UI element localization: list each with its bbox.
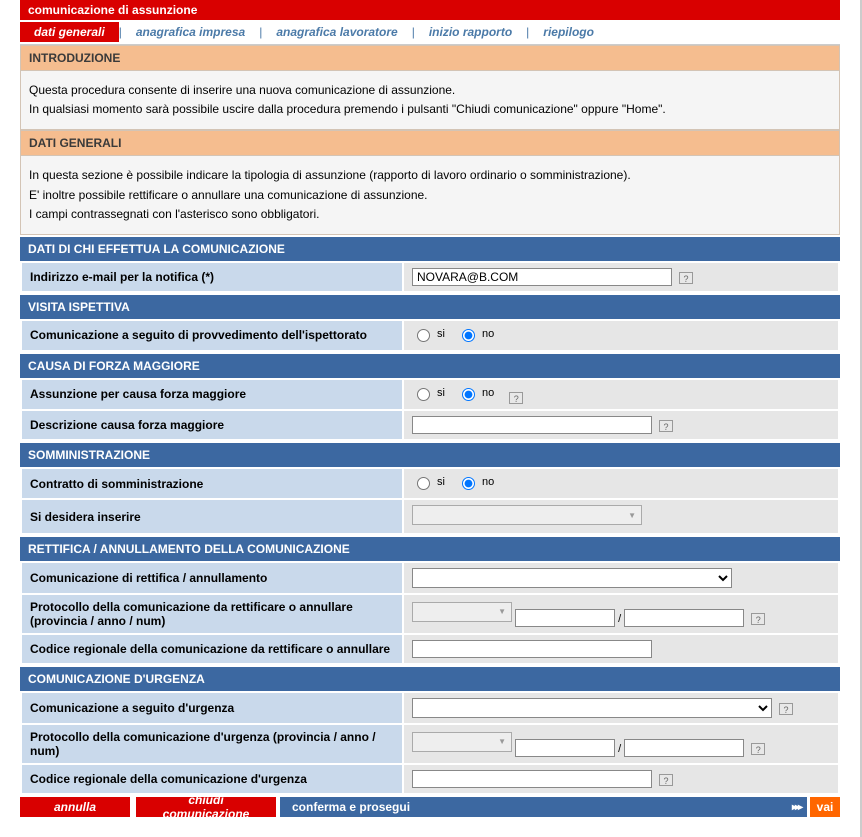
section-urgenza: COMUNICAZIONE D'URGENZA <box>20 667 840 691</box>
email-label: Indirizzo e-mail per la notifica (*) <box>22 263 402 291</box>
vai-button[interactable]: vai <box>810 797 840 817</box>
help-icon[interactable]: ? <box>751 743 765 755</box>
help-icon[interactable]: ? <box>659 774 673 786</box>
tab-bar: dati generali | anagrafica impresa | ana… <box>20 20 840 45</box>
forza-radio-no[interactable] <box>462 388 475 401</box>
section-visita-ispettiva: VISITA ISPETTIVA <box>20 295 840 319</box>
chiudi-button[interactable]: chiudi comunicazione <box>136 797 276 817</box>
annulla-button[interactable]: annulla <box>20 797 130 817</box>
help-icon[interactable]: ? <box>509 392 523 404</box>
arrows-icon: ▸▸▸ <box>792 802 801 813</box>
tab-riepilogo[interactable]: riepilogo <box>529 22 608 42</box>
section-forza-maggiore: CAUSA DI FORZA MAGGIORE <box>20 354 840 378</box>
introduzione-header: INTRODUZIONE <box>20 45 840 71</box>
radio-si-label: si <box>437 328 445 340</box>
desidera-inserire-label: Si desidera inserire <box>22 500 402 533</box>
slash-separator: / <box>618 613 621 625</box>
help-icon[interactable]: ? <box>779 703 793 715</box>
ispettorato-radio-si[interactable] <box>417 329 430 342</box>
tab-anagrafica-impresa[interactable]: anagrafica impresa <box>122 22 259 42</box>
intro-text-2: In qualsiasi momento sarà possibile usci… <box>29 102 666 116</box>
protocollo-rett-provincia <box>412 602 512 622</box>
conferma-button[interactable]: conferma e prosegui ▸▸▸ <box>280 797 807 817</box>
tab-anagrafica-lavoratore[interactable]: anagrafica lavoratore <box>262 22 411 42</box>
ispettorato-label: Comunicazione a seguito di provvedimento… <box>22 321 402 350</box>
dg-text-2: E' inoltre possibile rettificare o annul… <box>29 188 428 202</box>
forza-maggiore-label: Assunzione per causa forza maggiore <box>22 380 402 409</box>
introduzione-body: Questa procedura consente di inserire un… <box>20 71 840 130</box>
radio-no-label: no <box>482 476 494 488</box>
conferma-label: conferma e prosegui <box>292 800 410 814</box>
forza-radio-si[interactable] <box>417 388 430 401</box>
somm-radio-no[interactable] <box>462 477 475 490</box>
button-bar: annulla chiudi comunicazione conferma e … <box>20 797 840 817</box>
section-somministrazione: SOMMINISTRAZIONE <box>20 443 840 467</box>
dg-text-3: I campi contrassegnati con l'asterisco s… <box>29 207 319 221</box>
protocollo-urg-label: Protocollo della comunicazione d'urgenza… <box>22 725 402 763</box>
dg-text-1: In questa sezione è possibile indicare l… <box>29 168 631 182</box>
codice-reg-urg-input[interactable] <box>412 770 652 788</box>
section-dati-chi-effettua: DATI DI CHI EFFETTUA LA COMUNICAZIONE <box>20 237 840 261</box>
rettifica-label: Comunicazione di rettifica / annullament… <box>22 563 402 593</box>
contratto-somm-label: Contratto di somministrazione <box>22 469 402 498</box>
codice-reg-urg-label: Codice regionale della comunicazione d'u… <box>22 765 402 793</box>
title-bar: comunicazione di assunzione <box>20 0 840 20</box>
urgenza-label: Comunicazione a seguito d'urgenza <box>22 693 402 723</box>
radio-si-label: si <box>437 476 445 488</box>
protocollo-urg-provincia <box>412 732 512 752</box>
radio-si-label: si <box>437 387 445 399</box>
protocollo-urg-num[interactable] <box>624 739 744 757</box>
section-rettifica: RETTIFICA / ANNULLAMENTO DELLA COMUNICAZ… <box>20 537 840 561</box>
dati-generali-body: In questa sezione è possibile indicare l… <box>20 156 840 235</box>
tab-dati-generali[interactable]: dati generali <box>20 22 119 42</box>
protocollo-urg-anno[interactable] <box>515 739 615 757</box>
ispettorato-radio-no[interactable] <box>462 329 475 342</box>
help-icon[interactable]: ? <box>659 420 673 432</box>
intro-text-1: Questa procedura consente di inserire un… <box>29 83 455 97</box>
somm-radio-si[interactable] <box>417 477 430 490</box>
codice-reg-rett-input[interactable] <box>412 640 652 658</box>
tab-inizio-rapporto[interactable]: inizio rapporto <box>415 22 526 42</box>
codice-reg-rett-label: Codice regionale della comunicazione da … <box>22 635 402 663</box>
radio-no-label: no <box>482 328 494 340</box>
protocollo-rett-anno[interactable] <box>515 609 615 627</box>
rettifica-select[interactable] <box>412 568 732 588</box>
slash-separator: / <box>618 743 621 755</box>
protocollo-rett-label: Protocollo della comunicazione da rettif… <box>22 595 402 633</box>
descrizione-forza-label: Descrizione causa forza maggiore <box>22 411 402 439</box>
dati-generali-header: DATI GENERALI <box>20 130 840 156</box>
help-icon[interactable]: ? <box>679 272 693 284</box>
urgenza-select[interactable] <box>412 698 772 718</box>
descrizione-forza-input[interactable] <box>412 416 652 434</box>
desidera-inserire-select <box>412 505 642 525</box>
radio-no-label: no <box>482 387 494 399</box>
email-input[interactable] <box>412 268 672 286</box>
protocollo-rett-num[interactable] <box>624 609 744 627</box>
help-icon[interactable]: ? <box>751 613 765 625</box>
